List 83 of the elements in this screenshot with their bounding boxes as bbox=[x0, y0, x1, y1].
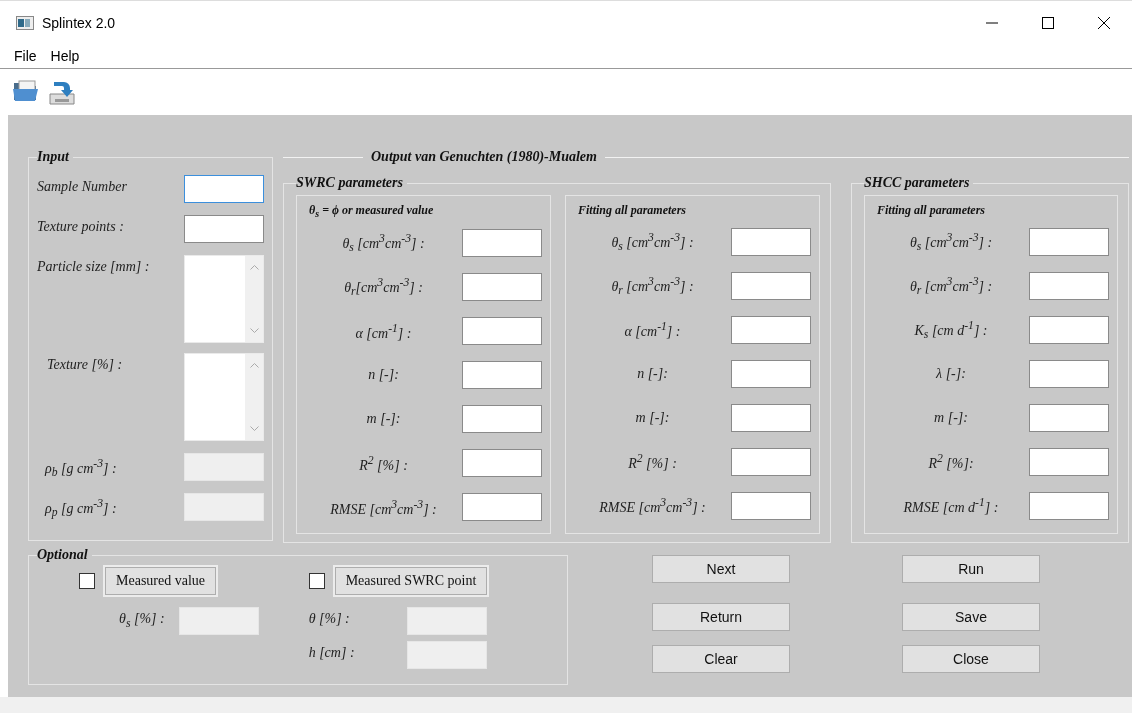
output-field[interactable] bbox=[731, 272, 811, 300]
parameter-label: θ$_{r}$ [cm$^{3}$cm$^{-3}$] : bbox=[908, 274, 994, 298]
parameter-label: m [-]: bbox=[634, 410, 671, 426]
group-title: Input bbox=[37, 149, 70, 165]
parameter-label: α [cm$^{-1}$] : bbox=[623, 320, 682, 340]
output-title: Output van Genuchten (1980)-Mualem bbox=[370, 149, 598, 165]
field-label: ρ$_{p}$ [g cm$^{-3}$] : bbox=[43, 496, 118, 520]
parameter-label: α [cm$^{-1}$] : bbox=[354, 321, 413, 342]
measured-button[interactable]: Measured value bbox=[105, 567, 217, 595]
field-label: h [cm] : bbox=[308, 644, 356, 662]
action-button[interactable]: Clear bbox=[652, 645, 790, 673]
parameter-label: λ [-]: bbox=[935, 366, 967, 382]
parameter-label: θ$_{r}$ [cm$^{3}$cm$^{-3}$] : bbox=[610, 274, 695, 298]
action-button[interactable]: Return bbox=[652, 603, 790, 631]
output-field[interactable] bbox=[731, 360, 811, 388]
parameter-label: θ$_{s}$ [cm$^{3}$cm$^{-3}$] : bbox=[908, 230, 994, 254]
output-field[interactable] bbox=[1029, 448, 1109, 476]
field-label: θ [%] : bbox=[308, 610, 351, 628]
field-label: Sample Number bbox=[37, 178, 128, 195]
menu-item[interactable]: File bbox=[14, 48, 37, 64]
output-field[interactable] bbox=[1029, 272, 1109, 300]
scroll-up-icon[interactable] bbox=[249, 362, 259, 368]
parameter-label: m [-]: bbox=[933, 410, 969, 426]
maximize-icon bbox=[1042, 16, 1054, 29]
parameter-label: RMSE [cm$^{3}$cm$^{-3}$] : bbox=[598, 496, 707, 516]
parameter-label: R$^{2}$ [%] : bbox=[627, 452, 678, 472]
parameter-label: K$_{s}$ [cm d$^{-1}$] : bbox=[913, 318, 989, 342]
parameter-label: θ$_{r}$[cm$^{3}$cm$^{-3}$] : bbox=[343, 276, 424, 299]
menu-item[interactable]: Help bbox=[50, 48, 80, 64]
parameter-label: n [-]: bbox=[636, 366, 669, 382]
list-field[interactable] bbox=[184, 255, 264, 343]
app-icon bbox=[16, 15, 34, 30]
checkbox[interactable] bbox=[79, 573, 95, 589]
parameter-label: RMSE [cm d$^{-1}$] : bbox=[902, 496, 1000, 516]
subgroup-title: Fitting all parameters bbox=[876, 203, 986, 217]
output-field[interactable] bbox=[462, 361, 542, 390]
action-button[interactable]: Run bbox=[902, 555, 1040, 583]
output-field[interactable] bbox=[1029, 316, 1109, 344]
input-field[interactable] bbox=[184, 175, 264, 203]
parameter-label: R$^{2}$ [%] : bbox=[358, 453, 409, 474]
parameter-label: θ$_{s}$ [cm$^{3}$cm$^{-3}$] : bbox=[610, 230, 695, 254]
output-field[interactable] bbox=[1029, 360, 1109, 388]
scroll-up-icon[interactable] bbox=[249, 264, 259, 270]
field-label: Texture [%] : bbox=[46, 356, 124, 373]
group-title: SHCC parameters bbox=[864, 175, 971, 191]
checkbox[interactable] bbox=[308, 573, 325, 589]
output-field[interactable] bbox=[731, 492, 811, 520]
parameter-label: R$^{2}$ [%]: bbox=[927, 452, 975, 472]
subgroup-title: θ$_{s}$ = ϕ or measured value bbox=[308, 203, 435, 217]
window-title: Splintex 2.0 bbox=[42, 14, 117, 31]
action-button[interactable]: Close bbox=[902, 645, 1040, 673]
output-field[interactable] bbox=[462, 273, 542, 302]
group-title: Optional bbox=[37, 547, 89, 563]
output-field[interactable] bbox=[462, 229, 542, 258]
scroll-down-icon[interactable] bbox=[249, 426, 259, 432]
output-field[interactable] bbox=[731, 404, 811, 432]
output-field[interactable] bbox=[1029, 404, 1109, 432]
measured-button[interactable]: Measured SWRC point bbox=[334, 567, 488, 595]
input-field[interactable] bbox=[184, 215, 264, 243]
parameter-label: m [-]: bbox=[365, 411, 402, 428]
output-field[interactable] bbox=[731, 316, 811, 344]
output-field[interactable] bbox=[731, 228, 811, 256]
parameter-label: RMSE [cm$^{3}$cm$^{-3}$] : bbox=[329, 497, 438, 518]
output-field[interactable] bbox=[1029, 228, 1109, 256]
field-label: θ$_{s}$ [%] : bbox=[118, 610, 165, 632]
output-field[interactable] bbox=[462, 317, 542, 346]
output-field[interactable] bbox=[462, 449, 542, 478]
field-label: Texture points : bbox=[37, 218, 125, 235]
action-button[interactable]: Next bbox=[652, 555, 790, 583]
close-icon bbox=[1098, 16, 1110, 29]
group-title: SWRC parameters bbox=[296, 175, 404, 191]
list-field[interactable] bbox=[184, 353, 264, 441]
parameter-label: θ$_{s}$ [cm$^{3}$cm$^{-3}$] : bbox=[341, 232, 426, 255]
field-label: ρ$_{b}$ [g cm$^{-3}$] : bbox=[43, 456, 118, 480]
output-field[interactable] bbox=[1029, 492, 1109, 520]
scroll-down-icon[interactable] bbox=[249, 328, 259, 334]
subgroup-title: Fitting all parameters bbox=[577, 203, 687, 217]
field-label: Particle size [mm] : bbox=[37, 258, 151, 275]
action-button[interactable]: Save bbox=[902, 603, 1040, 631]
parameter-label: n [-]: bbox=[367, 367, 400, 384]
output-field[interactable] bbox=[731, 448, 811, 476]
output-field[interactable] bbox=[462, 405, 542, 434]
output-field[interactable] bbox=[462, 493, 542, 522]
